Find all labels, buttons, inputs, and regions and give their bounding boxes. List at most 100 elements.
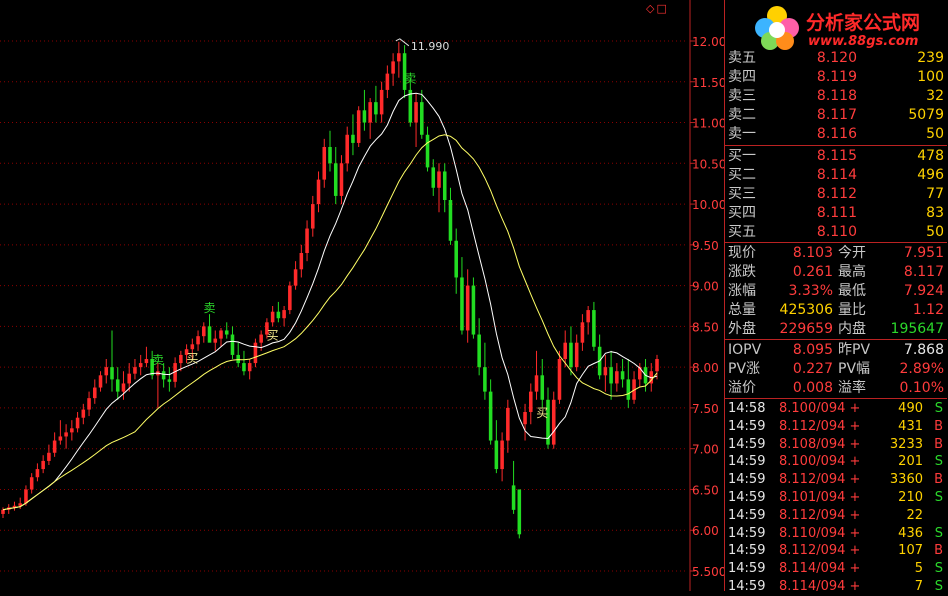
candle-body	[626, 379, 631, 400]
stat-label: 量比	[838, 302, 866, 318]
candle-body	[563, 342, 567, 359]
square-icon[interactable]: □	[656, 2, 666, 15]
candle-body	[351, 134, 355, 143]
tick-volume: 22	[906, 507, 923, 523]
tick-price: 8.100/094 +	[779, 454, 861, 470]
ask-volume: 100	[917, 69, 944, 85]
tick-price: 8.101/094 +	[779, 490, 861, 505]
bid-label: 买三	[728, 186, 756, 202]
candle-body	[1, 509, 5, 514]
tick-time: 14:59	[728, 436, 766, 452]
candle-body	[161, 371, 166, 380]
trade-tick-row: 14:59 8.108/094 + 3233 B	[725, 436, 947, 454]
candle-body	[87, 398, 91, 410]
panel-separator	[725, 242, 947, 243]
tick-price: 8.112/094 +	[779, 507, 861, 523]
iopv-label: 溢率	[838, 380, 866, 396]
iopv-label: 溢价	[728, 380, 756, 396]
quote-panel: 卖五 8.120 239 卖四 8.119 100 卖三 8.118 32 卖二 8.117 5079…	[724, 0, 948, 594]
tick-volume: 436	[898, 525, 923, 541]
candle-body	[293, 269, 298, 286]
candle-body	[276, 311, 281, 319]
candle-body	[311, 204, 315, 229]
tick-price: 8.112/094 +	[779, 543, 861, 559]
stat-row: 总量 425306 量比 1.12	[725, 301, 947, 319]
flower-logo-icon	[755, 6, 799, 50]
stat-value: 195647	[890, 321, 944, 337]
stat-row: 涨幅 3.33% 最低 7.924	[725, 282, 947, 300]
candle-body	[471, 285, 476, 335]
candle-body	[93, 387, 97, 399]
bid-price: 8.111	[816, 205, 857, 221]
bid-row: 买二 8.114 496	[725, 166, 947, 184]
ask-volume: 50	[926, 126, 944, 142]
candle-body	[494, 440, 499, 470]
candle-body	[529, 391, 533, 412]
bid-price: 8.114	[816, 167, 857, 183]
diamond-icon[interactable]: ◇	[646, 2, 654, 15]
ask-label: 卖一	[728, 126, 756, 142]
trade-tick-row: 14:59 8.112/094 + 3360 B	[725, 471, 947, 489]
candle-body	[609, 367, 613, 384]
bid-volume: 478	[917, 148, 944, 164]
candle-body	[333, 163, 338, 196]
iopv-label: 昨PV	[838, 342, 871, 358]
ask-label: 卖三	[728, 88, 756, 104]
candle-body	[64, 432, 68, 437]
y-tick-label: 11.50	[692, 76, 724, 90]
candle-body	[47, 452, 51, 461]
candle-body	[540, 375, 545, 400]
trade-tick-row: 14:59 8.114/094 + 5 S	[725, 560, 947, 578]
tick-price: 8.108/094 +	[779, 436, 861, 452]
candle-body	[75, 417, 80, 429]
candle-body	[98, 375, 103, 388]
tick-time: 14:59	[728, 543, 766, 559]
candle-body	[322, 147, 327, 180]
tick-price: 8.110/094 +	[779, 525, 861, 541]
candle-body	[316, 179, 321, 205]
tick-time: 14:59	[728, 525, 766, 541]
stat-value: 8.103	[792, 245, 833, 261]
candle-body	[270, 311, 275, 323]
stat-value: 0.261	[792, 264, 833, 280]
candle-body	[247, 363, 252, 372]
candle-body	[288, 285, 292, 311]
tick-volume: 107	[898, 543, 923, 559]
candle-body	[339, 163, 344, 196]
candle-body	[557, 359, 562, 400]
ask-volume: 5079	[908, 107, 944, 123]
tick-price: 8.112/094 +	[779, 472, 861, 488]
candle-body	[420, 102, 424, 135]
tick-volume: 210	[898, 490, 923, 505]
stat-value: 425306	[779, 302, 833, 318]
candle-body	[110, 367, 114, 380]
ask-volume: 32	[926, 88, 944, 104]
candle-body	[465, 285, 470, 331]
candlestick-chart[interactable]: 12.00 11.50 11.00 10.50 10.00 9.50 9.00 8.50 8.0…	[0, 0, 724, 591]
candle-body	[592, 310, 596, 347]
iopv-value: 0.008	[792, 380, 833, 396]
candle-body	[58, 436, 63, 441]
stat-label: 最高	[838, 264, 866, 280]
candle-body	[121, 383, 126, 392]
iopv-value: 2.89%	[899, 361, 944, 377]
tick-side: B	[934, 543, 943, 559]
tick-side: B	[934, 436, 943, 452]
ask-price: 8.118	[816, 88, 857, 104]
candle-body	[460, 277, 464, 331]
candle-body	[144, 359, 149, 364]
bid-row: 买五 8.110 50	[725, 223, 947, 241]
stat-label: 外盘	[728, 321, 756, 337]
candle-body	[368, 102, 372, 123]
candle-body	[655, 359, 659, 372]
candle-body	[506, 407, 510, 441]
candle-body	[374, 102, 378, 115]
site-logo: 分析家公式网 www.88gs.com	[750, 2, 946, 52]
ask-row: 卖三 8.118 32	[725, 87, 947, 105]
buy-signal-label: 买	[267, 329, 279, 343]
sell-signal-label: 卖	[404, 72, 416, 86]
candle-body	[448, 200, 453, 241]
logo-url: www.88gs.com	[808, 34, 919, 49]
tick-side: S	[934, 561, 943, 577]
candle-body	[230, 334, 235, 355]
